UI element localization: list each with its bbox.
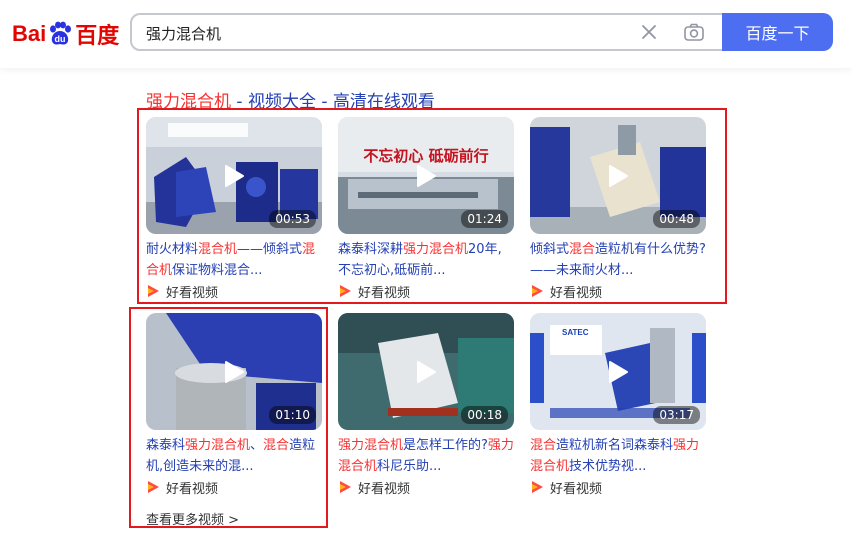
play-icon: [609, 165, 628, 187]
logo-text-bai: Bai: [12, 21, 47, 46]
video-source[interactable]: 好看视频: [338, 282, 411, 301]
video-title-link[interactable]: 森泰科强力混合机、混合造粒机,创造未来的混...: [146, 435, 322, 477]
clear-icon[interactable]: [640, 23, 658, 41]
video-thumbnail[interactable]: SATEC 03:17: [530, 313, 706, 430]
video-duration: 01:10: [269, 406, 316, 424]
play-icon: [417, 361, 436, 383]
video-title-link[interactable]: 森泰科深耕强力混合机20年,不忘初心,砥砺前...: [338, 239, 514, 281]
video-source[interactable]: 好看视频: [530, 282, 603, 301]
thumb-brand-text: SATEC: [562, 328, 589, 337]
video-title-link[interactable]: 强力混合机是怎样工作的?强力混合机科尼乐助...: [338, 435, 514, 477]
play-icon: [225, 361, 244, 383]
camera-icon[interactable]: [683, 22, 705, 42]
video-source[interactable]: 好看视频: [338, 478, 411, 497]
play-icon: [417, 165, 436, 187]
video-title-link[interactable]: 耐火材料混合机——倾斜式混合机保证物料混合...: [146, 239, 322, 281]
logo-paw-text: du: [55, 34, 66, 44]
video-duration: 03:17: [653, 406, 700, 424]
video-thumbnail[interactable]: 不忘初心 砥砺前行 01:24: [338, 117, 514, 234]
haokan-video-icon: [340, 481, 351, 493]
video-thumbnail[interactable]: 00:53: [146, 117, 322, 234]
video-source[interactable]: 好看视频: [530, 478, 603, 497]
baidu-logo[interactable]: Bai du 百度: [12, 14, 119, 54]
video-source[interactable]: 好看视频: [146, 282, 219, 301]
video-thumbnail[interactable]: 00:48: [530, 117, 706, 234]
logo-text-baidu: 百度: [75, 23, 120, 48]
haokan-video-icon: [148, 481, 159, 493]
top-bar: Bai du 百度 百度一下: [0, 0, 852, 68]
haokan-video-icon: [340, 285, 351, 297]
search-button[interactable]: 百度一下: [722, 13, 833, 51]
video-source-label: 好看视频: [550, 481, 603, 497]
thumb-slogan-text: 不忘初心 砥砺前行: [363, 147, 488, 165]
haokan-video-icon: [148, 285, 159, 297]
play-icon: [225, 165, 244, 187]
video-duration: 01:24: [461, 210, 508, 228]
video-source-label: 好看视频: [550, 285, 603, 301]
video-source-label: 好看视频: [358, 481, 411, 497]
video-source[interactable]: 好看视频: [146, 478, 219, 497]
haokan-video-icon: [532, 481, 543, 493]
search-box: [130, 13, 724, 51]
video-title-link[interactable]: 倾斜式混合造粒机有什么优势?——未来耐火材...: [530, 239, 706, 281]
paw-icon: du: [47, 21, 73, 47]
haokan-video-icon: [532, 285, 543, 297]
play-icon: [609, 361, 628, 383]
video-duration: 00:53: [269, 210, 316, 228]
video-duration: 00:48: [653, 210, 700, 228]
video-thumbnail[interactable]: 00:18: [338, 313, 514, 430]
more-videos-link[interactable]: 查看更多视频 >: [146, 509, 239, 528]
video-title-link[interactable]: 混合造粒机新名词森泰科强力混合机技术优势视...: [530, 435, 706, 477]
search-input[interactable]: [144, 15, 628, 51]
video-source-label: 好看视频: [166, 285, 219, 301]
video-thumbnail[interactable]: 01:10: [146, 313, 322, 430]
video-source-label: 好看视频: [166, 481, 219, 497]
video-source-label: 好看视频: [358, 285, 411, 301]
video-duration: 00:18: [461, 406, 508, 424]
